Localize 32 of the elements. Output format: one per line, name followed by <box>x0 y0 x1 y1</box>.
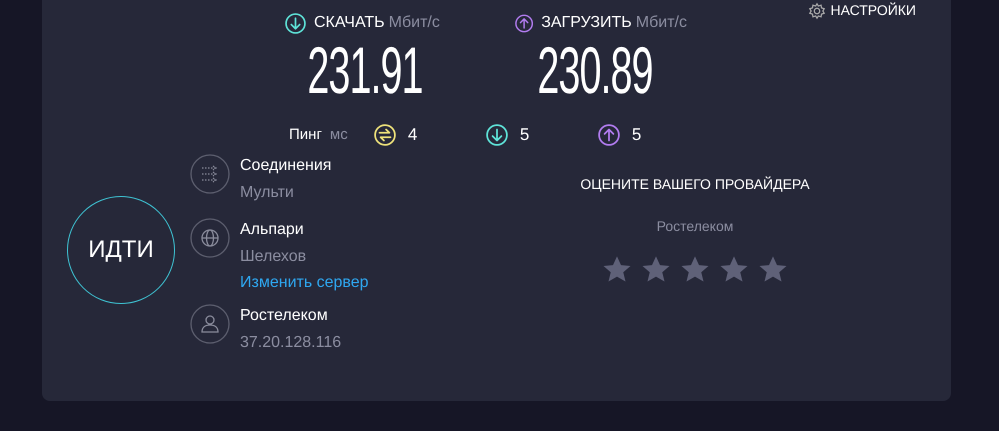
unit-label: Мбит/с <box>636 13 687 33</box>
rating-title: ОЦЕНИТЕ ВАШЕГО ПРОВАЙДЕРА <box>580 175 810 194</box>
ping-value: 5 <box>520 124 530 146</box>
person-icon <box>190 304 230 344</box>
provider-name: Ростелеком <box>656 217 734 236</box>
unit-label: Мбит/с <box>388 13 440 33</box>
star-icon[interactable] <box>758 255 788 284</box>
speed-value: 230.89 <box>537 34 653 106</box>
ping-value: 4 <box>408 124 418 146</box>
ping-unit: мс <box>330 124 349 145</box>
info-subtitle: Мульти <box>240 183 295 203</box>
ping-value: 5 <box>632 124 642 146</box>
change-server-link[interactable]: Изменить сервер <box>240 272 369 294</box>
info-title: Альпари <box>240 220 305 240</box>
dashed-arrows-icon <box>190 154 230 194</box>
settings-button[interactable]: НАСТРОЙКИ <box>808 0 916 21</box>
gear-icon <box>808 2 826 20</box>
info-title: Ростелеком <box>240 306 329 326</box>
star-icon[interactable] <box>719 255 749 284</box>
speed-label: СКАЧАТЬ <box>314 13 385 33</box>
go-button[interactable]: ИДТИ <box>67 196 175 304</box>
info-subtitle: 37.20.128.116 <box>240 333 342 353</box>
speed-value: 231.91 <box>307 34 423 106</box>
star-icon[interactable] <box>641 255 671 284</box>
speed-label: ЗАГРУЗИТЬ <box>541 13 632 33</box>
info-title: Соединения <box>240 156 332 176</box>
star-icon[interactable] <box>680 255 710 284</box>
ping-label: Пинг <box>289 124 322 145</box>
swap-arrows-icon <box>374 124 396 146</box>
star-icon[interactable] <box>602 255 632 284</box>
globe-icon <box>190 218 230 258</box>
info-subtitle: Шелехов <box>240 247 308 267</box>
